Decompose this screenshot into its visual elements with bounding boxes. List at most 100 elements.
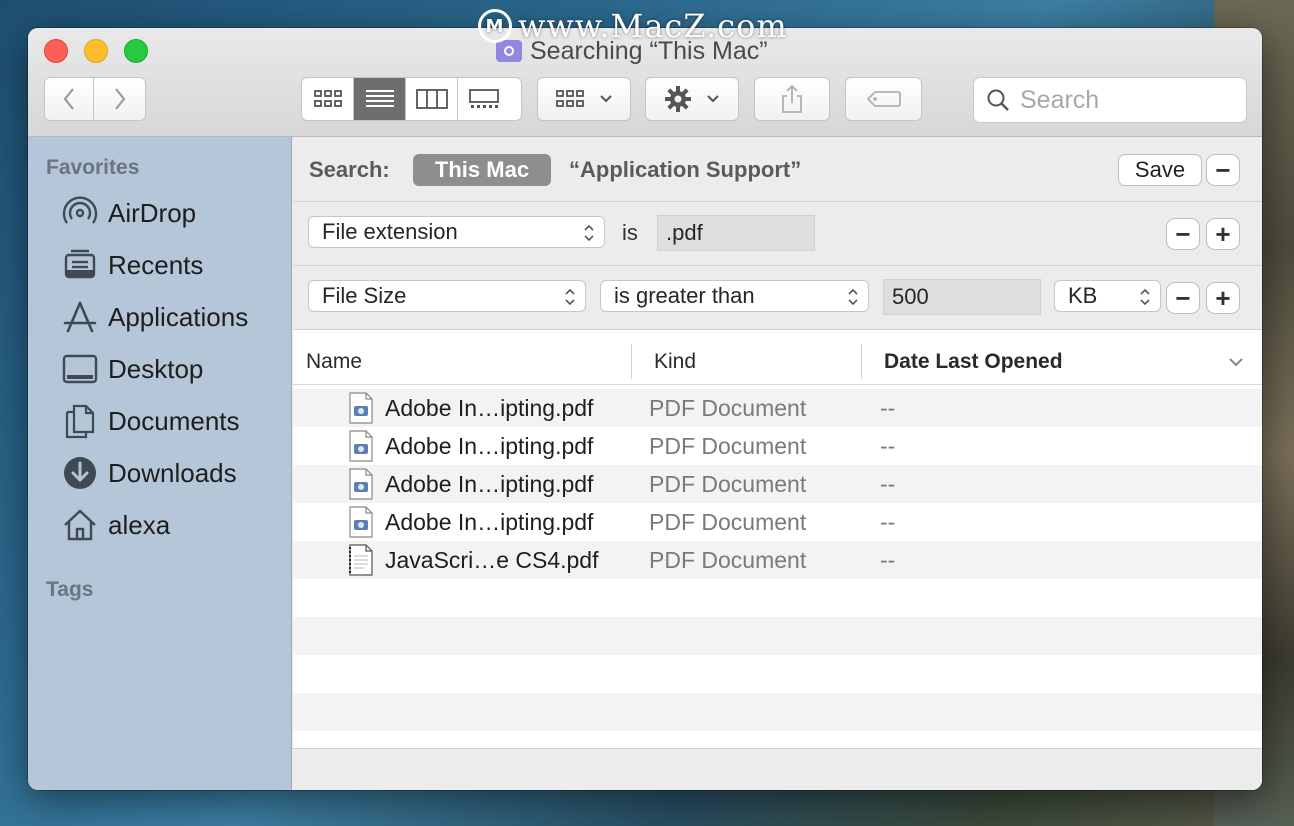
column-view-button[interactable] <box>406 78 458 120</box>
sort-chevron-down-icon[interactable] <box>1228 356 1244 368</box>
remove-criteria-button[interactable]: − <box>1166 282 1200 314</box>
search-field[interactable]: Search <box>973 77 1247 123</box>
back-button[interactable] <box>44 77 94 121</box>
share-button[interactable] <box>754 77 830 121</box>
criteria-attribute-value: File extension <box>322 219 458 244</box>
file-name: Adobe In…ipting.pdf <box>385 394 594 421</box>
airdrop-icon <box>62 195 98 231</box>
file-kind: PDF Document <box>649 432 807 459</box>
sidebar-item-documents[interactable]: Documents <box>62 401 240 441</box>
scope-this-mac-button[interactable]: This Mac <box>413 154 551 186</box>
maximize-button[interactable] <box>124 39 148 63</box>
pdf-file-icon <box>349 392 373 424</box>
file-kind: PDF Document <box>649 470 807 497</box>
chevron-left-icon <box>63 88 74 110</box>
file-date: -- <box>880 432 896 459</box>
sidebar-item-label: Applications <box>108 301 249 332</box>
search-scope-label: Search: <box>309 157 390 182</box>
column-divider[interactable] <box>861 344 862 379</box>
empty-row <box>293 693 1262 731</box>
criteria-operator-popup[interactable]: is greater than <box>600 280 869 312</box>
empty-row <box>293 731 1262 748</box>
criteria-unit-popup[interactable]: KB <box>1054 280 1161 312</box>
chevron-down-icon <box>600 95 612 103</box>
table-row[interactable]: Adobe In…ipting.pdf PDF Document -- <box>293 427 1262 465</box>
file-kind: PDF Document <box>649 394 807 421</box>
chevron-down-icon <box>707 95 719 103</box>
file-date: -- <box>880 546 896 573</box>
sidebar-section-favorites: Favorites <box>46 156 140 179</box>
close-button[interactable] <box>44 39 68 63</box>
sidebar-item-label: Desktop <box>108 353 204 384</box>
list-view-button[interactable] <box>354 78 406 120</box>
column-divider[interactable] <box>631 344 632 379</box>
finder-window: Searching “This Mac” Search Favorites Ai… <box>28 28 1262 790</box>
add-criteria-button[interactable]: + <box>1206 282 1240 314</box>
sidebar-item-label: alexa <box>108 509 171 540</box>
group-grid-icon <box>556 90 584 107</box>
file-date: -- <box>880 394 896 421</box>
column-header-name[interactable]: Name <box>306 350 362 374</box>
tag-icon <box>866 91 901 107</box>
watermark-logo: M <box>478 9 512 43</box>
sidebar-item-desktop[interactable]: Desktop <box>62 349 203 389</box>
add-criteria-button[interactable]: + <box>1206 218 1240 250</box>
remove-criteria-button[interactable]: − <box>1166 218 1200 250</box>
criteria-value-field[interactable]: .pdf <box>657 215 815 251</box>
sidebar-item-recents[interactable]: Recents <box>62 245 203 285</box>
group-by-button[interactable] <box>537 77 631 121</box>
scope-application-support-button[interactable]: “Application Support” <box>569 157 801 183</box>
path-bar <box>293 748 1262 790</box>
up-down-arrows-icon <box>565 288 575 306</box>
search-icon <box>987 89 1009 111</box>
criteria-attribute-popup[interactable]: File Size <box>308 280 586 312</box>
table-row[interactable]: Adobe In…ipting.pdf PDF Document -- <box>293 465 1262 503</box>
minimize-button[interactable] <box>84 39 108 63</box>
up-down-arrows-icon <box>848 288 858 306</box>
action-menu-button[interactable] <box>645 77 739 121</box>
gallery-view-button[interactable] <box>458 78 510 120</box>
criteria-unit-value: KB <box>1068 283 1098 308</box>
file-date: -- <box>880 470 896 497</box>
empty-row <box>293 655 1262 693</box>
criteria-attribute-popup[interactable]: File extension <box>308 216 605 248</box>
gear-icon <box>665 86 691 112</box>
save-search-button[interactable]: Save <box>1118 154 1202 186</box>
column-header-row: Name Kind Date Last Opened <box>293 338 1262 385</box>
sidebar-item-label: AirDrop <box>108 197 197 228</box>
sidebar-item-label: Downloads <box>108 457 237 488</box>
desktop-icon <box>62 351 98 387</box>
column-header-date-last-opened[interactable]: Date Last Opened <box>884 350 1063 374</box>
empty-row <box>293 617 1262 655</box>
applications-icon <box>62 299 98 335</box>
file-name: JavaScri…e CS4.pdf <box>385 546 599 573</box>
criteria-row-file-size: File Size is greater than 500 KB − + <box>293 266 1262 330</box>
pdf-file-icon <box>349 468 373 500</box>
sidebar-item-applications[interactable]: Applications <box>62 297 248 337</box>
sidebar-item-label: Recents <box>108 249 204 280</box>
grid-icon <box>313 90 342 107</box>
icon-view-button[interactable] <box>302 78 354 120</box>
up-down-arrows-icon <box>1140 288 1150 306</box>
up-down-arrows-icon <box>584 224 594 242</box>
view-mode-control <box>301 77 522 121</box>
file-name: Adobe In…ipting.pdf <box>385 432 594 459</box>
table-row[interactable]: Adobe In…ipting.pdf PDF Document -- <box>293 503 1262 541</box>
table-row[interactable]: Adobe In…ipting.pdf PDF Document -- <box>293 389 1262 427</box>
sidebar-item-airdrop[interactable]: AirDrop <box>62 193 196 233</box>
forward-button[interactable] <box>94 77 146 121</box>
criteria-operator-value: is greater than <box>614 283 755 308</box>
file-date: -- <box>880 508 896 535</box>
remove-search-button[interactable]: − <box>1206 154 1240 186</box>
file-name: Adobe In…ipting.pdf <box>385 470 594 497</box>
table-row[interactable]: JavaScri…e CS4.pdf PDF Document -- <box>293 541 1262 579</box>
column-header-kind[interactable]: Kind <box>654 350 696 374</box>
document-file-icon <box>349 544 373 576</box>
file-kind: PDF Document <box>649 546 807 573</box>
pdf-file-icon <box>349 506 373 538</box>
chevron-right-icon <box>114 88 125 110</box>
criteria-value-field[interactable]: 500 <box>883 279 1041 315</box>
tags-button[interactable] <box>845 77 922 121</box>
sidebar-item-downloads[interactable]: Downloads <box>62 453 237 493</box>
sidebar-item-alexa[interactable]: alexa <box>62 505 170 545</box>
